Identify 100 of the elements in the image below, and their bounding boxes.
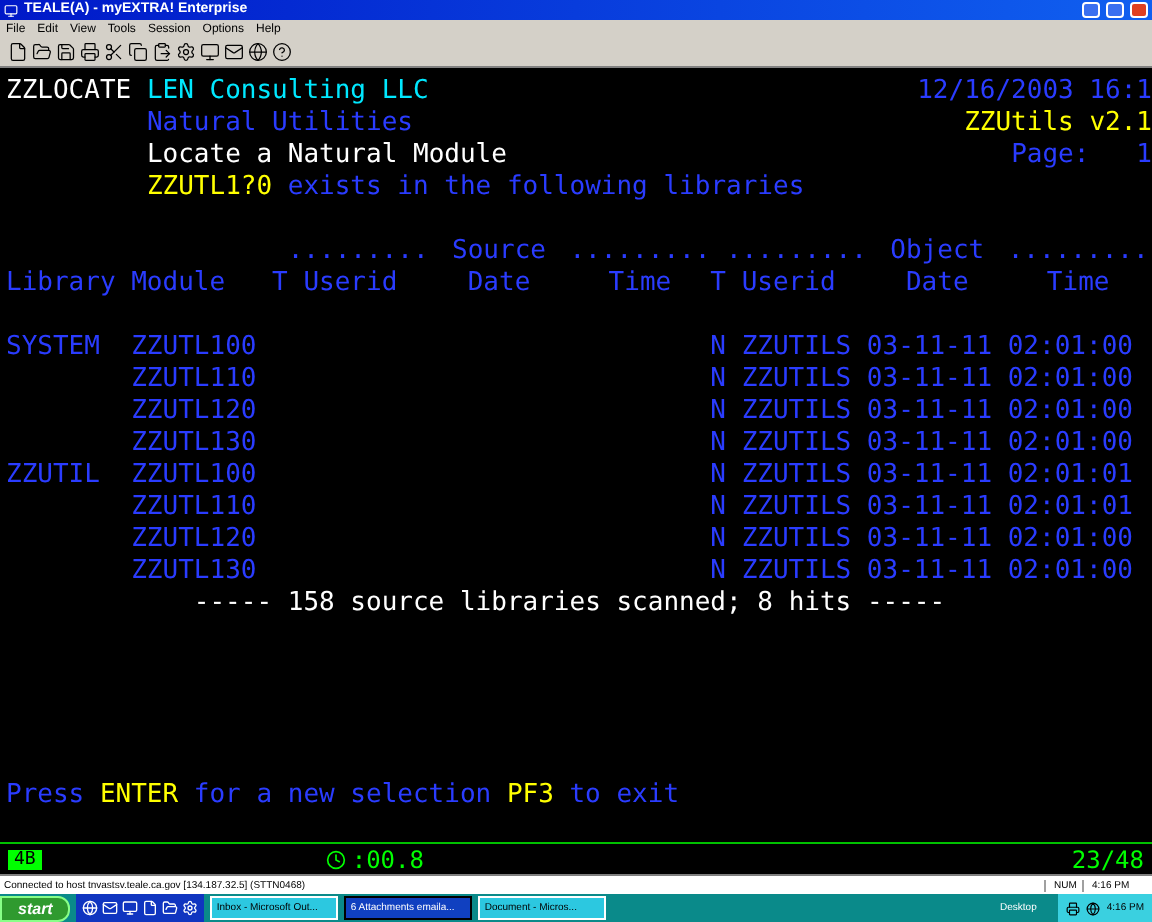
userid-cell-text: ZZUTILS — [741, 491, 854, 524]
message: exists in the following libraries — [287, 171, 805, 204]
date-cell-text: 03-11-11 — [866, 363, 995, 396]
app-icon — [4, 3, 18, 17]
header-dots: ......... — [569, 235, 711, 268]
type-cell-text: N — [710, 427, 728, 460]
quick-launch-icon[interactable] — [142, 900, 159, 917]
time-cell-text: 02:01:00 — [1007, 427, 1135, 460]
type-cell-text: N — [710, 459, 728, 492]
version: ZZUtils v2.1 — [964, 107, 1152, 140]
page-number: 1 — [1136, 139, 1152, 172]
date-cell-text: 03-11-11 — [866, 459, 995, 492]
new-file-icon[interactable] — [8, 42, 28, 63]
module-cell-text: ZZUTL130 — [131, 427, 259, 460]
time-cell-text: 02:01:01 — [1007, 459, 1135, 492]
library-cell-text: ZZUTIL — [6, 459, 102, 492]
folder-icon[interactable] — [32, 42, 52, 63]
time-cell-text: 02:01:00 — [1007, 363, 1135, 396]
cursor-position: 23/48 — [1071, 845, 1144, 874]
column-header: Userid — [303, 267, 400, 300]
column-header: Time — [1044, 267, 1112, 300]
module-cell-text: ZZUTL100 — [131, 331, 259, 364]
clock-icon — [325, 849, 346, 870]
screen-title: Locate a Natural Module — [146, 139, 507, 172]
column-header: Userid — [741, 267, 838, 300]
type-cell-text: N — [710, 395, 728, 428]
settings-icon[interactable] — [176, 42, 196, 63]
type-cell-text: N — [710, 491, 728, 524]
time-cell-text: 02:01:00 — [1007, 523, 1135, 556]
header-dots: ......... — [723, 235, 867, 268]
header-dots: ......... — [1007, 235, 1149, 268]
column-header: Module — [131, 267, 228, 300]
quick-launch-icon[interactable] — [122, 900, 139, 917]
time-cell-text: 02:01:00 — [1007, 331, 1135, 364]
column-header: Time — [606, 267, 674, 300]
save-icon[interactable] — [56, 42, 76, 63]
quick-launch-icon[interactable] — [82, 900, 99, 917]
module-cell-text: ZZUTL110 — [131, 491, 259, 524]
type-cell-text: N — [710, 363, 728, 396]
date-time: 12/16/2003 16:1 — [917, 75, 1152, 108]
key-label: PF3 — [506, 779, 554, 812]
maximize-button[interactable] — [1106, 2, 1124, 18]
close-button[interactable] — [1130, 2, 1148, 18]
time-cell-text: 02:01:00 — [1007, 395, 1135, 428]
module-cell-text: ZZUTL110 — [131, 363, 259, 396]
help-icon[interactable] — [272, 42, 292, 63]
column-header: T — [272, 267, 290, 300]
page-label: Page: — [1011, 139, 1090, 172]
cut-icon[interactable] — [104, 42, 124, 63]
quick-launch-icon[interactable] — [182, 900, 199, 917]
footer-text: Press — [6, 779, 85, 812]
network-icon — [1086, 901, 1101, 916]
footer-text: for a new selection — [193, 779, 492, 812]
minimize-button[interactable] — [1082, 2, 1100, 18]
date-cell-text: 03-11-11 — [866, 427, 995, 460]
monitor-icon[interactable] — [200, 42, 220, 63]
header-dots: ......... — [285, 235, 429, 268]
key-label: ENTER — [99, 779, 179, 812]
userid-cell-text: ZZUTILS — [741, 331, 854, 364]
timer: :00.8 — [351, 845, 424, 874]
userid-cell-text: ZZUTILS — [741, 523, 854, 556]
date-cell-text: 03-11-11 — [866, 523, 995, 556]
userid-cell-text: ZZUTILS — [741, 555, 854, 588]
company-name: LEN Consulting LLC — [146, 75, 429, 108]
copy-icon[interactable] — [128, 42, 148, 63]
globe-icon[interactable] — [248, 42, 268, 63]
column-header: Date — [903, 267, 971, 300]
program-name: ZZLOCATE — [6, 75, 132, 108]
summary: ----- 158 source libraries scanned; 8 hits ----- — [193, 587, 946, 620]
start-button[interactable]: start — [0, 895, 71, 922]
library-cell-text: SYSTEM — [6, 331, 102, 364]
column-header: T — [710, 267, 728, 300]
userid-cell-text: ZZUTILS — [741, 395, 854, 428]
time-cell-text: 02:01:00 — [1007, 555, 1135, 588]
module-cell-text: ZZUTL120 — [131, 395, 259, 428]
type-cell-text: N — [710, 555, 728, 588]
quick-launch-icon[interactable] — [162, 900, 179, 917]
type-cell-text: N — [710, 331, 728, 364]
userid-cell-text: ZZUTILS — [741, 459, 854, 492]
userid-cell-text: ZZUTILS — [741, 427, 854, 460]
module-cell-text: ZZUTL100 — [131, 459, 259, 492]
paste-icon[interactable] — [152, 42, 172, 63]
userid-cell-text: ZZUTILS — [741, 363, 854, 396]
footer-text: to exit — [569, 779, 680, 812]
status-indicator: 4B — [8, 849, 42, 870]
group-header: Source — [450, 235, 548, 268]
column-header: Library — [6, 267, 118, 300]
date-cell-text: 03-11-11 — [866, 491, 995, 524]
type-cell-text: N — [710, 523, 728, 556]
print-icon[interactable] — [80, 42, 100, 63]
mail-icon[interactable] — [224, 42, 244, 63]
quick-launch-icon[interactable] — [102, 900, 119, 917]
date-cell-text: 03-11-11 — [866, 395, 995, 428]
time-cell-text: 02:01:01 — [1007, 491, 1135, 524]
date-cell-text: 03-11-11 — [866, 331, 995, 364]
subtitle: Natural Utilities — [146, 107, 413, 140]
module-cell-text: ZZUTL120 — [131, 523, 259, 556]
date-cell-text: 03-11-11 — [866, 555, 995, 588]
module-cell-text: ZZUTL130 — [131, 555, 259, 588]
column-header: Date — [465, 267, 533, 300]
